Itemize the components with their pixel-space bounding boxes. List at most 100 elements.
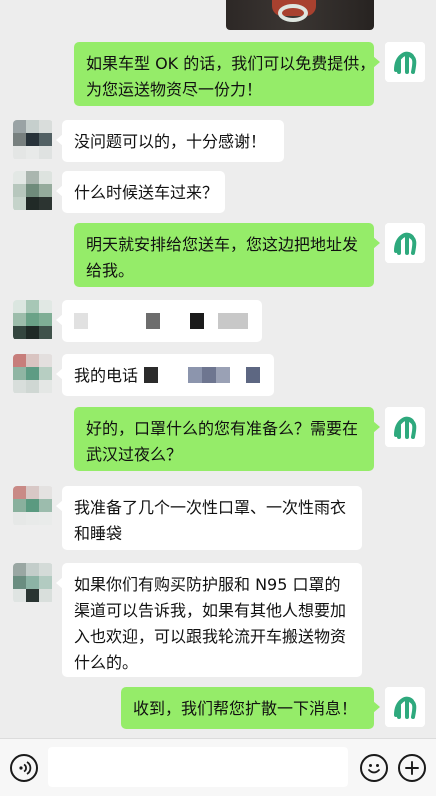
redaction-block — [190, 313, 204, 329]
avatar-pixel — [26, 197, 39, 210]
avatar-pixel — [13, 171, 26, 184]
logo-avatar-icon — [385, 42, 425, 82]
avatar-pixel — [26, 563, 39, 576]
contact-avatar[interactable] — [13, 300, 53, 340]
redaction-block — [216, 367, 230, 383]
emoji-icon — [368, 764, 380, 774]
more-options-button[interactable] — [398, 754, 426, 782]
emoji-button[interactable] — [360, 754, 388, 782]
message-line: 什么的。 — [74, 653, 139, 672]
message-bubble-incoming[interactable]: 什么时候送车过来？ — [56, 171, 225, 213]
avatar-pixel — [39, 486, 52, 499]
avatar-pixel — [39, 146, 52, 159]
logo-avatar-icon — [385, 223, 425, 263]
avatar-pixel — [26, 313, 39, 326]
avatar-pixel — [39, 120, 52, 133]
message-text: 什么时候送车过来？ — [74, 183, 219, 202]
logo-avatar-icon — [385, 407, 425, 447]
avatar-pixel — [26, 576, 39, 589]
avatar-pixel — [13, 589, 26, 602]
message-line: 渠道可以告诉我，如果有其他人想要加 — [74, 601, 347, 620]
my-avatar[interactable] — [385, 407, 425, 447]
message-text: 收到，我们帮您扩散一下消息！ — [133, 699, 358, 718]
message-bubble-incoming[interactable]: 没问题可以的，十分感谢！ — [56, 120, 284, 162]
avatar-pixel — [26, 512, 39, 525]
avatar-pixel — [13, 576, 26, 589]
avatar-pixel — [13, 367, 26, 380]
avatar-pixel — [39, 133, 52, 146]
redaction-block — [202, 367, 216, 383]
avatar-pixel — [26, 367, 39, 380]
avatar-pixel — [13, 146, 26, 159]
avatar-pixel — [39, 197, 52, 210]
avatar-pixel — [13, 120, 26, 133]
avatar-pixel — [39, 313, 52, 326]
logo-avatar-icon — [385, 687, 425, 727]
avatar-pixel — [26, 120, 39, 133]
contact-avatar[interactable] — [13, 120, 53, 160]
message-bubble-incoming[interactable] — [56, 300, 262, 342]
avatar-pixel — [26, 146, 39, 159]
avatar-pixel — [39, 499, 52, 512]
avatar-pixel — [39, 171, 52, 184]
avatar-pixel — [26, 326, 39, 339]
contact-avatar[interactable] — [13, 486, 53, 526]
voice-icon — [19, 761, 32, 775]
message-bubble-outgoing[interactable]: 好的，口罩什么的您有准备么？需要在 武汉过夜么？ — [74, 407, 380, 471]
avatar-pixel — [39, 367, 52, 380]
message-line: 好的，口罩什么的您有准备么？需要在 — [86, 419, 359, 438]
message-line: 如果你们有购买防护服和 N95 口罩的 — [74, 575, 341, 594]
avatar-pixel — [39, 300, 52, 313]
plus-icon — [405, 761, 419, 775]
contact-avatar[interactable] — [13, 171, 53, 211]
avatar-pixel — [13, 300, 26, 313]
car-image-wheel — [278, 4, 308, 22]
avatar-pixel — [13, 499, 26, 512]
avatar-pixel — [13, 184, 26, 197]
message-bubble-outgoing[interactable]: 收到，我们帮您扩散一下消息！ — [121, 687, 380, 729]
voice-button[interactable] — [10, 754, 38, 782]
message-bubble-outgoing[interactable]: 如果车型 OK 的话，我们可以免费提供， 为您运送物资尽一份力！ — [74, 42, 380, 106]
contact-avatar[interactable] — [13, 354, 53, 394]
avatar-pixel — [26, 380, 39, 393]
message-bubble-incoming[interactable]: 我准备了几个一次性口罩、一次性雨衣 和睡袋 — [56, 486, 362, 550]
chat-area: 如果车型 OK 的话，我们可以免费提供， 为您运送物资尽一份力！ 没问题可以的，… — [0, 0, 436, 738]
avatar-pixel — [26, 354, 39, 367]
message-bubble-incoming[interactable]: 我的电话 — [56, 354, 274, 396]
message-input[interactable] — [48, 747, 348, 787]
avatar-pixel — [26, 499, 39, 512]
avatar-pixel — [26, 133, 39, 146]
avatar-pixel — [13, 380, 26, 393]
avatar-pixel — [39, 326, 52, 339]
avatar-pixel — [13, 354, 26, 367]
avatar-pixel — [13, 563, 26, 576]
avatar-pixel — [39, 354, 52, 367]
redaction-block — [146, 313, 160, 329]
avatar-pixel — [39, 576, 52, 589]
avatar-pixel — [13, 486, 26, 499]
message-line: 我准备了几个一次性口罩、一次性雨衣 — [74, 498, 347, 517]
avatar-pixel — [13, 313, 26, 326]
my-avatar[interactable] — [385, 687, 425, 727]
my-avatar[interactable] — [385, 223, 425, 263]
message-bubble-outgoing[interactable]: 明天就安排给您送车，您这边把地址发 给我。 — [74, 223, 380, 287]
contact-avatar[interactable] — [13, 563, 53, 603]
message-line: 明天就安排给您送车，您这边把地址发 — [86, 235, 359, 254]
avatar-pixel — [26, 171, 39, 184]
image-message-thumbnail[interactable] — [226, 0, 374, 30]
avatar-pixel — [39, 380, 52, 393]
avatar-pixel — [13, 512, 26, 525]
redaction-block — [246, 367, 260, 383]
redaction-block — [218, 313, 248, 329]
message-bubble-incoming[interactable]: 如果你们有购买防护服和 N95 口罩的 渠道可以告诉我，如果有其他人想要加 入也… — [56, 563, 362, 677]
message-line: 和睡袋 — [74, 524, 123, 543]
message-line: 为您运送物资尽一份力！ — [86, 80, 263, 99]
input-bar — [0, 738, 436, 796]
avatar-pixel — [39, 184, 52, 197]
avatar-pixel — [39, 589, 52, 602]
my-avatar[interactable] — [385, 42, 425, 82]
redaction-block — [74, 313, 88, 329]
avatar-pixel — [26, 184, 39, 197]
avatar-pixel — [26, 589, 39, 602]
message-line: 入也欢迎，可以跟我轮流开车搬送物资 — [74, 627, 347, 646]
